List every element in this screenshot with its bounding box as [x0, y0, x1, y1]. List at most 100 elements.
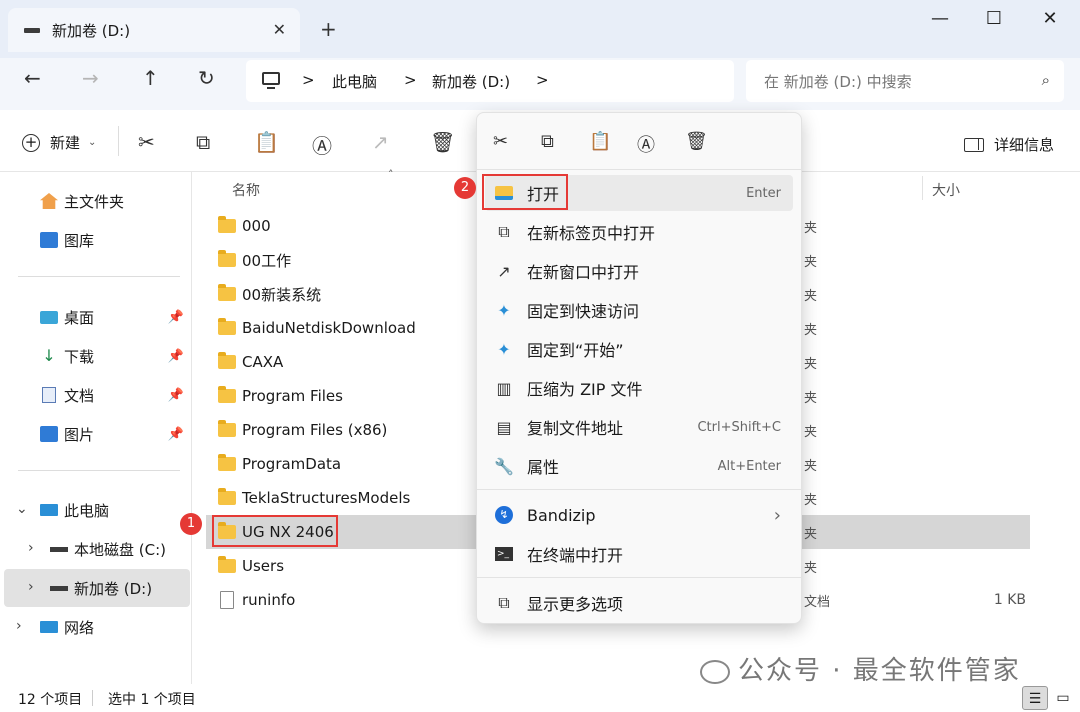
menu-item-compress-zip[interactable]: ▥ 压缩为 ZIP 文件: [485, 370, 793, 406]
paste-icon[interactable]: 📋: [254, 130, 279, 154]
folder-icon: [218, 556, 236, 573]
status-bar: 12 个项目 选中 1 个项目 ☰ ▭: [0, 684, 1080, 712]
sidebar-item-downloads[interactable]: ↓ 下载 📌: [40, 337, 190, 375]
item-count: 12 个项目: [18, 692, 83, 708]
sidebar-item-drive-d[interactable]: › 新加卷 (D:): [4, 569, 190, 607]
menu-item-pin-start[interactable]: ✦ 固定到“开始”: [485, 331, 793, 367]
file-name: Program Files: [242, 387, 343, 405]
back-button[interactable]: ←: [24, 66, 41, 90]
sidebar-item-label: 主文件夹: [64, 192, 125, 211]
breadcrumb-drive-d[interactable]: 新加卷 (D:): [432, 71, 510, 92]
address-row: ← → ↑ ↻ > 此电脑 > 新加卷 (D:) > 在 新加卷 (D:) 中搜…: [0, 58, 1080, 110]
breadcrumb-separator[interactable]: >: [536, 71, 549, 89]
details-view-icon[interactable]: ☰: [1022, 686, 1048, 710]
status-divider: [92, 690, 93, 706]
sidebar-item-home[interactable]: 主文件夹: [40, 182, 190, 220]
column-header-name[interactable]: 名称: [232, 180, 260, 200]
cut-icon[interactable]: ✂: [138, 130, 155, 154]
search-icon: ⌕: [1041, 71, 1050, 89]
menu-item-bandizip[interactable]: ↯ Bandizip ›: [485, 497, 793, 533]
menu-item-label: 显示更多选项: [527, 595, 624, 614]
search-input[interactable]: 在 新加卷 (D:) 中搜索: [764, 71, 912, 92]
search-box[interactable]: 在 新加卷 (D:) 中搜索 ⌕: [746, 60, 1064, 102]
menu-item-label: 在终端中打开: [527, 546, 624, 565]
menu-item-label: 压缩为 ZIP 文件: [527, 380, 643, 399]
file-type: 夹: [804, 254, 818, 270]
sidebar-item-documents[interactable]: 文档 📌: [40, 376, 190, 414]
sidebar-item-gallery[interactable]: 图库: [40, 221, 190, 259]
sidebar-item-pictures[interactable]: 图片 📌: [40, 415, 190, 453]
sidebar-item-label: 图片: [64, 425, 95, 444]
sidebar-item-drive-c[interactable]: 本地磁盘 (C:): [50, 530, 190, 568]
sidebar-item-network[interactable]: 网络: [40, 608, 190, 646]
file-type: 夹: [804, 492, 818, 508]
up-button[interactable]: ↑: [142, 66, 159, 90]
sidebar-item-label: 图库: [64, 231, 95, 250]
chevron-right-icon[interactable]: ›: [16, 618, 22, 634]
menu-item-open-new-tab[interactable]: ⧉ 在新标签页中打开: [485, 214, 793, 250]
sidebar-item-desktop[interactable]: 桌面 📌: [40, 298, 190, 336]
rename-icon[interactable]: Ⓐ: [637, 131, 655, 157]
folder-icon: [218, 420, 236, 437]
pin-icon[interactable]: 📌: [168, 349, 184, 364]
share-icon[interactable]: ↗: [372, 130, 389, 154]
pin-icon[interactable]: 📌: [168, 310, 184, 325]
menu-item-open-terminal[interactable]: >_ 在终端中打开: [485, 536, 793, 572]
tab-close-icon[interactable]: ✕: [273, 20, 286, 39]
menu-item-show-more-options[interactable]: ⧉ 显示更多选项: [485, 585, 793, 621]
file-name: TeklaStructuresModels: [242, 489, 411, 507]
details-button[interactable]: 详细信息: [964, 134, 1054, 155]
new-button[interactable]: + 新建 ⌄: [22, 132, 96, 153]
menu-item-copy-path[interactable]: ▤ 复制文件地址 Ctrl+Shift+C: [485, 409, 793, 445]
gallery-icon: [40, 232, 58, 248]
breadcrumb-separator[interactable]: >: [302, 71, 315, 89]
pin-icon[interactable]: 📌: [168, 427, 184, 442]
highlight-box: [212, 515, 338, 547]
file-type: 夹: [804, 390, 818, 406]
copy-path-icon: ▤: [496, 417, 512, 437]
paste-icon[interactable]: 📋: [589, 131, 611, 152]
menu-item-properties[interactable]: 🔧 属性 Alt+Enter: [485, 448, 793, 484]
file-type: 文档: [804, 594, 831, 610]
menu-item-label: 固定到“开始”: [527, 341, 624, 360]
copy-icon[interactable]: ⧉: [196, 130, 210, 154]
rename-icon[interactable]: Ⓐ: [312, 130, 332, 159]
file-type: 夹: [804, 424, 818, 440]
title-bar: 新加卷 (D:) ✕ + — ☐ ✕: [0, 0, 1080, 58]
breadcrumb-this-pc[interactable]: 此电脑: [332, 71, 377, 92]
computer-icon: [40, 504, 58, 516]
new-tab-button[interactable]: +: [320, 17, 337, 41]
maximize-button[interactable]: ☐: [972, 8, 1016, 30]
chevron-right-icon[interactable]: ›: [28, 540, 34, 556]
refresh-button[interactable]: ↻: [198, 66, 215, 90]
minimize-button[interactable]: —: [918, 8, 962, 30]
menu-item-open-new-window[interactable]: ↗ 在新窗口中打开: [485, 253, 793, 289]
folder-icon: [218, 284, 236, 301]
file-name: 00工作: [242, 251, 292, 270]
new-label: 新建: [50, 134, 81, 152]
sidebar-item-this-pc[interactable]: 此电脑: [40, 491, 190, 529]
pictures-icon: [40, 426, 58, 442]
close-button[interactable]: ✕: [1028, 8, 1072, 30]
pin-icon[interactable]: 📌: [168, 388, 184, 403]
delete-icon[interactable]: 🗑: [685, 131, 708, 152]
tab-title: 新加卷 (D:): [52, 21, 131, 40]
column-header-size[interactable]: 大小: [932, 180, 960, 200]
menu-divider: [477, 169, 801, 170]
tiles-view-icon[interactable]: ▭: [1050, 686, 1076, 710]
forward-button[interactable]: →: [82, 66, 99, 90]
delete-icon[interactable]: 🗑: [430, 130, 455, 154]
menu-item-label: 固定到快速访问: [527, 302, 640, 321]
menu-item-pin-quick-access[interactable]: ✦ 固定到快速访问: [485, 292, 793, 328]
copy-icon[interactable]: ⧉: [541, 131, 554, 152]
cut-icon[interactable]: ✂: [493, 131, 508, 152]
file-icon: [220, 591, 234, 609]
chevron-down-icon[interactable]: ⌄: [16, 501, 28, 517]
address-bar[interactable]: > 此电脑 > 新加卷 (D:) >: [246, 60, 734, 102]
file-name: CAXA: [242, 353, 284, 371]
sort-chevron-up-icon: ˄: [388, 168, 394, 181]
folder-icon: [218, 352, 236, 369]
tab-new-volume-d[interactable]: 新加卷 (D:) ✕: [8, 8, 300, 52]
chevron-right-icon[interactable]: ›: [28, 579, 34, 595]
breadcrumb-separator[interactable]: >: [404, 71, 417, 89]
